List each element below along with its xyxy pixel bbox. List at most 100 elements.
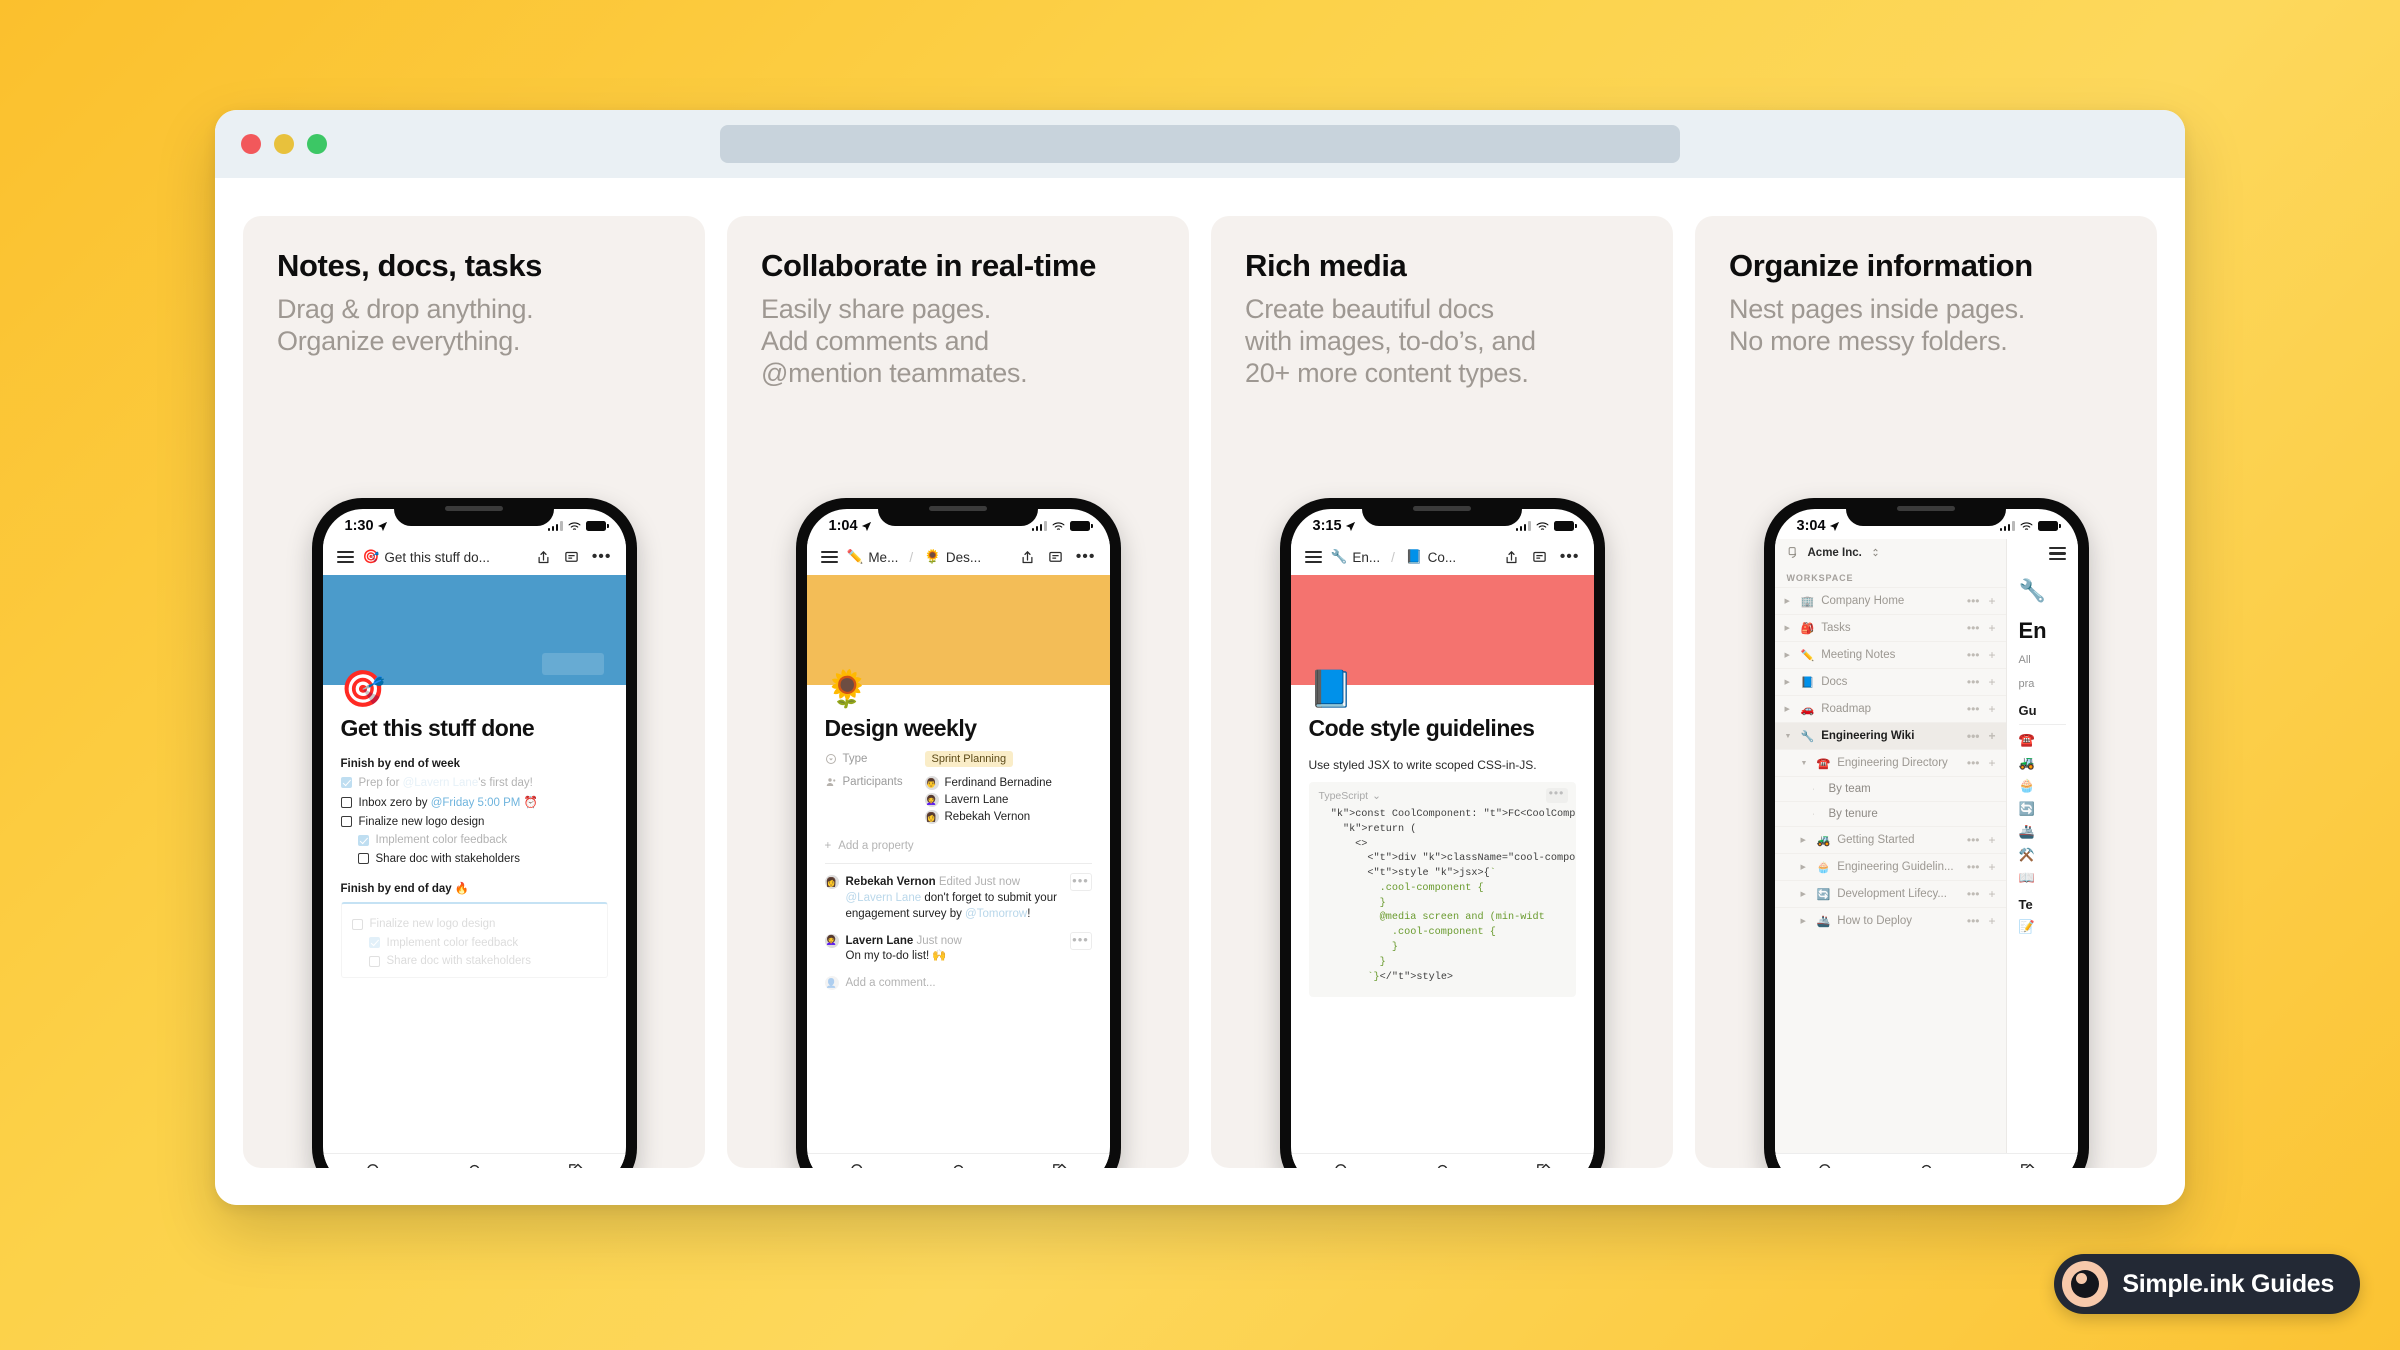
comment-icon[interactable]: [1048, 550, 1063, 565]
participant[interactable]: 👨 Ferdinand Bernadine: [924, 776, 1052, 790]
todo-item[interactable]: Implement color feedback: [341, 834, 608, 846]
disclosure-triangle-icon[interactable]: ▶: [1785, 597, 1794, 605]
breadcrumb-item[interactable]: 🔧 En...: [1331, 549, 1381, 565]
add-property-button[interactable]: + Add a property: [825, 840, 1092, 852]
item-more-icon[interactable]: •••: [1967, 594, 1980, 608]
maximize-window-button[interactable]: [307, 134, 327, 154]
comment-input-row[interactable]: 👤 Add a comment...: [824, 976, 1092, 992]
disclosure-triangle-icon[interactable]: ▶: [1785, 624, 1794, 632]
item-add-icon[interactable]: +: [1988, 914, 1995, 928]
todo-item[interactable]: Prep for @Lavern Lane's first day!: [340, 777, 608, 789]
sidebar-item[interactable]: ▶ 🔄 Development Lifecy... ••• +: [1774, 880, 2006, 907]
disclosure-triangle-icon[interactable]: ▶: [1785, 678, 1794, 686]
item-add-icon[interactable]: +: [1988, 887, 1995, 901]
code-more-icon[interactable]: •••: [1545, 787, 1568, 803]
todo-item[interactable]: Finalize new logo design: [351, 918, 597, 930]
property-chip[interactable]: Sprint Planning: [924, 751, 1014, 767]
bell-icon[interactable]: [1434, 1162, 1451, 1168]
checkbox-icon[interactable]: [357, 834, 369, 846]
item-more-icon[interactable]: •••: [1967, 648, 1980, 662]
compose-icon[interactable]: [1051, 1162, 1068, 1168]
sidebar-item[interactable]: ▶ 🚢 How to Deploy ••• +: [1774, 907, 2006, 934]
more-options-icon[interactable]: •••: [1560, 549, 1580, 565]
participant[interactable]: 👩‍🦱 Lavern Lane: [924, 793, 1052, 807]
sidebar-item[interactable]: ▶ 🏢 Company Home ••• +: [1774, 587, 2006, 614]
menu-icon[interactable]: [1304, 550, 1322, 564]
breadcrumb-item[interactable]: ✏️ Me...: [847, 549, 899, 565]
item-more-icon[interactable]: •••: [1967, 756, 1980, 770]
item-add-icon[interactable]: +: [1988, 702, 1995, 716]
disclosure-triangle-icon[interactable]: ▶: [1801, 890, 1810, 898]
checkbox-icon[interactable]: [340, 796, 352, 808]
participant[interactable]: 👩 Rebekah Vernon: [924, 810, 1052, 824]
page-property[interactable]: Participants 👨 Ferdinand Bernadine 👩‍🦱 Laver…: [825, 776, 1092, 827]
code-language-selector[interactable]: TypeScript ⌄: [1319, 790, 1566, 802]
compose-icon[interactable]: [567, 1162, 584, 1168]
compose-icon[interactable]: [2019, 1162, 2036, 1168]
todo-item[interactable]: Finalize new logo design: [340, 816, 608, 828]
item-more-icon[interactable]: •••: [1967, 702, 1980, 716]
bell-icon[interactable]: [466, 1162, 483, 1168]
breadcrumb-item[interactable]: 🌻 Des...: [924, 549, 981, 565]
sidebar-item[interactable]: ▶ 📘 Docs ••• +: [1774, 668, 2006, 695]
menu-icon[interactable]: [2048, 547, 2066, 560]
sidebar-item[interactable]: ▶ 🧁 Engineering Guidelin... ••• +: [1774, 853, 2006, 880]
share-icon[interactable]: [1020, 550, 1035, 565]
item-more-icon[interactable]: •••: [1967, 675, 1980, 689]
checkbox-icon[interactable]: [340, 777, 352, 788]
sidebar-item[interactable]: ▶ 🎒 Tasks ••• +: [1774, 614, 2006, 641]
checkbox-icon[interactable]: [368, 937, 380, 948]
menu-icon[interactable]: [820, 550, 838, 564]
disclosure-triangle-icon[interactable]: ▶: [1801, 917, 1810, 925]
bell-icon[interactable]: [950, 1162, 967, 1168]
simpleink-badge[interactable]: Simple.ink Guides: [2054, 1254, 2360, 1314]
disclosure-triangle-icon[interactable]: ▶: [1785, 651, 1794, 659]
sidebar-item[interactable]: ▼ 🔧 Engineering Wiki ••• +: [1774, 722, 2006, 749]
disclosure-triangle-icon[interactable]: ▼: [1801, 760, 1810, 767]
sidebar-item[interactable]: ▶ 🚗 Roadmap ••• +: [1774, 695, 2006, 722]
comment-more-icon[interactable]: •••: [1069, 931, 1092, 950]
item-add-icon[interactable]: +: [1988, 594, 1995, 608]
minimize-window-button[interactable]: [274, 134, 294, 154]
sidebar-item[interactable]: ▶ ✏️ Meeting Notes ••• +: [1774, 641, 2006, 668]
disclosure-triangle-icon[interactable]: ▶: [1801, 863, 1810, 871]
comment-more-icon[interactable]: •••: [1069, 873, 1092, 891]
item-more-icon[interactable]: •••: [1967, 887, 1980, 901]
compose-icon[interactable]: [1535, 1162, 1552, 1168]
item-add-icon[interactable]: +: [1988, 833, 1995, 847]
page-emoji-icon[interactable]: 🎯: [341, 671, 386, 707]
disclosure-triangle-icon[interactable]: ▶: [1801, 836, 1810, 844]
item-add-icon[interactable]: +: [1988, 729, 1995, 743]
address-bar[interactable]: [720, 125, 1680, 163]
search-icon[interactable]: [849, 1162, 866, 1168]
search-icon[interactable]: [365, 1162, 382, 1168]
item-add-icon[interactable]: +: [1988, 648, 1995, 662]
item-more-icon[interactable]: •••: [1967, 729, 1980, 743]
more-options-icon[interactable]: •••: [1076, 549, 1096, 565]
comment-mention[interactable]: @Lavern Lane: [846, 892, 922, 904]
share-icon[interactable]: [536, 550, 551, 565]
checkbox-icon[interactable]: [340, 816, 352, 827]
disclosure-triangle-icon[interactable]: ·: [1813, 786, 1822, 793]
todo-item[interactable]: Inbox zero by @Friday 5:00 PM ⏰: [340, 795, 608, 809]
item-add-icon[interactable]: +: [1988, 621, 1995, 635]
breadcrumb-item[interactable]: 📘 Co...: [1406, 549, 1456, 565]
comment-mention[interactable]: @Tomorrow: [965, 908, 1027, 920]
checkbox-icon[interactable]: [357, 853, 369, 864]
disclosure-triangle-icon[interactable]: ▼: [1785, 733, 1794, 740]
checkbox-icon[interactable]: [368, 955, 380, 967]
breadcrumb-item[interactable]: 🎯 Get this stuff do...: [363, 549, 490, 565]
menu-icon[interactable]: [336, 550, 354, 564]
todo-item[interactable]: Share doc with stakeholders: [341, 853, 608, 865]
item-add-icon[interactable]: +: [1988, 860, 1995, 874]
disclosure-triangle-icon[interactable]: ·: [1813, 811, 1822, 818]
comment-icon[interactable]: [1532, 550, 1547, 565]
sidebar-item[interactable]: · By team: [1774, 776, 2006, 801]
item-add-icon[interactable]: +: [1988, 756, 1995, 770]
comment-icon[interactable]: [564, 550, 579, 565]
page-emoji-icon[interactable]: 📘: [1309, 671, 1354, 707]
search-icon[interactable]: [1333, 1162, 1350, 1168]
workspace-switcher[interactable]: Acme Inc.: [1775, 539, 2006, 566]
sidebar-item[interactable]: · By tenure: [1774, 801, 2006, 826]
checkbox-icon[interactable]: [351, 918, 363, 930]
